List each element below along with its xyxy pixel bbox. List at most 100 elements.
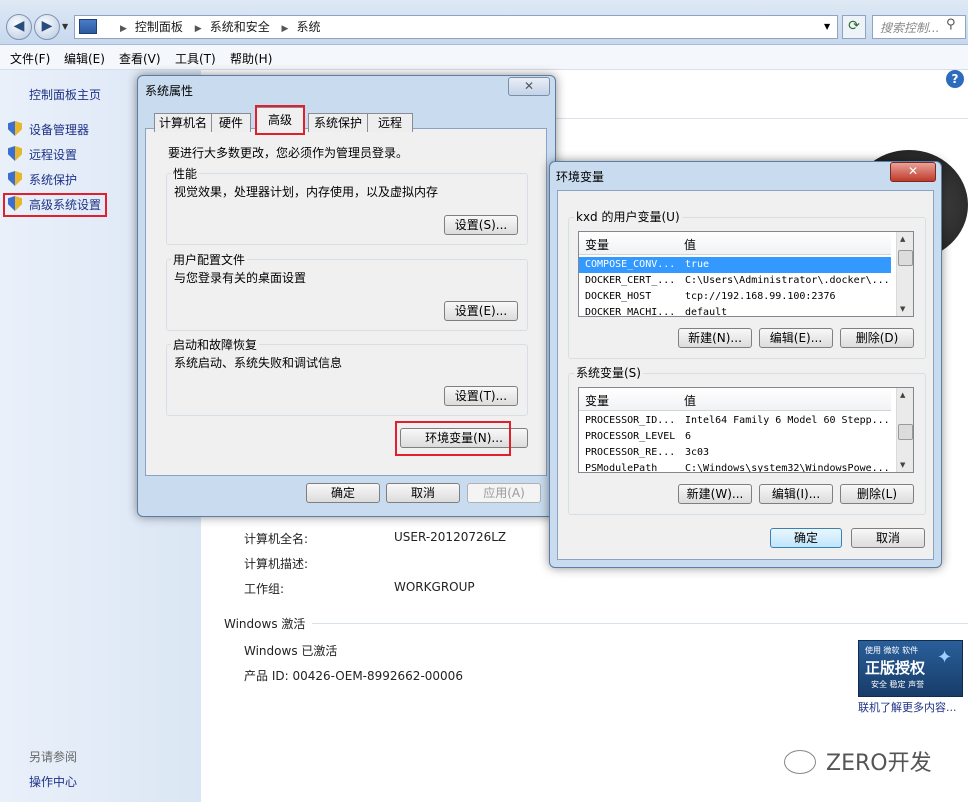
close-icon[interactable]: ✕: [508, 77, 550, 96]
list-item[interactable]: PROCESSOR_LEVEL 6: [579, 429, 891, 445]
user-profiles-settings-button[interactable]: 设置(E)...: [444, 301, 518, 321]
system-delete-button[interactable]: 删除(L): [840, 484, 914, 504]
dialog-title: 环境变量: [556, 170, 605, 184]
performance-label: 性能: [171, 165, 200, 182]
menu-view[interactable]: 查看(V): [119, 50, 161, 67]
system-new-button[interactable]: 新建(W)...: [678, 484, 752, 504]
breadcrumb: ▶ 控制面板 ▶ 系统和安全 ▶ 系统: [120, 20, 321, 34]
refresh-icon[interactable]: ⟳: [842, 15, 866, 39]
menu-file[interactable]: 文件(F): [10, 50, 50, 67]
user-variables-label: kxd 的用户变量(U): [574, 208, 682, 225]
col-value[interactable]: 值: [684, 236, 696, 253]
var-value: 6: [685, 431, 692, 442]
activation-status: Windows 已激活: [244, 644, 338, 658]
var-value: Intel64 Family 6 Model 60 Stepp...: [685, 415, 890, 426]
startup-recovery-label: 启动和故障恢复: [171, 336, 260, 353]
control-panel-home-link[interactable]: 控制面板主页: [29, 86, 101, 103]
genuine-badge-main: 正版授权: [865, 659, 926, 677]
apply-button[interactable]: 应用(A): [467, 483, 541, 503]
breadcrumb-item[interactable]: 控制面板: [135, 20, 183, 34]
search-icon[interactable]: ⚲: [946, 17, 956, 32]
menu-tools[interactable]: 工具(T): [175, 50, 216, 67]
var-name: DOCKER_CERT_...: [585, 275, 676, 286]
startup-recovery-settings-button[interactable]: 设置(T)...: [444, 386, 518, 406]
scroll-thumb[interactable]: [898, 250, 913, 266]
forward-button[interactable]: ▶: [34, 14, 60, 40]
description-label: 计算机描述:: [244, 557, 309, 571]
close-icon[interactable]: ✕: [890, 162, 936, 182]
genuine-badge: 使用 微软 软件 正版授权 安全 稳定 声誉 ✦: [858, 640, 963, 697]
ok-button[interactable]: 确定: [770, 528, 842, 548]
var-name: PROCESSOR_ID...: [585, 415, 676, 426]
help-icon[interactable]: ?: [946, 70, 964, 88]
remote-settings-link[interactable]: 远程设置: [29, 146, 77, 163]
user-profiles-desc: 与您登录有关的桌面设置: [174, 271, 307, 285]
var-name: DOCKER_HOST: [585, 291, 652, 302]
list-item[interactable]: DOCKER_CERT_... C:\Users\Administrator\.…: [579, 273, 891, 289]
highlight-box: [255, 105, 305, 135]
back-button[interactable]: ◀: [6, 14, 32, 40]
var-name: PROCESSOR_RE...: [585, 447, 676, 458]
var-value: C:\Users\Administrator\.docker\...: [685, 275, 890, 286]
startup-recovery-desc: 系统启动、系统失败和调试信息: [174, 356, 343, 370]
scroll-up-icon[interactable]: ▲: [900, 391, 905, 399]
list-item[interactable]: PROCESSOR_ID... Intel64 Family 6 Model 6…: [579, 413, 891, 429]
control-panel-icon: [79, 19, 97, 34]
user-delete-button[interactable]: 删除(D): [840, 328, 914, 348]
recent-pages-icon[interactable]: ▼: [62, 22, 68, 31]
user-variables-list[interactable]: 变量 值 COMPOSE_CONV... true DOCKER_CERT_..…: [578, 231, 914, 317]
address-dropdown-icon[interactable]: ▼: [824, 22, 830, 31]
col-value[interactable]: 值: [684, 392, 696, 409]
var-value: C:\Windows\system32\WindowsPowe...: [685, 463, 890, 473]
system-variables-list[interactable]: 变量 值 PROCESSOR_ID... Intel64 Family 6 Mo…: [578, 387, 914, 473]
menu-edit[interactable]: 编辑(E): [64, 50, 105, 67]
breadcrumb-item[interactable]: 系统: [296, 20, 320, 34]
system-variables-label: 系统变量(S): [574, 364, 643, 381]
col-variable[interactable]: 变量: [585, 392, 609, 409]
var-value: tcp://192.168.99.100:2376: [685, 291, 836, 302]
search-placeholder: 搜索控制...: [880, 21, 940, 35]
ok-button[interactable]: 确定: [306, 483, 380, 503]
list-item[interactable]: DOCKER_HOST tcp://192.168.99.100:2376: [579, 289, 891, 305]
workgroup-value: WORKGROUP: [394, 580, 475, 594]
var-name: PSModulePath: [585, 463, 658, 473]
var-value: default: [685, 307, 728, 317]
full-name-value: USER-20120726LZ: [394, 530, 507, 544]
user-edit-button[interactable]: 编辑(E)...: [759, 328, 833, 348]
system-properties-dialog: 系统属性 ✕ 计算机名 硬件 高级 系统保护 远程 要进行大多数更改，您必须作为…: [137, 75, 556, 517]
scroll-up-icon[interactable]: ▲: [900, 235, 905, 243]
tab-hardware[interactable]: 硬件: [211, 113, 251, 132]
menu-help[interactable]: 帮助(H): [230, 50, 272, 67]
action-center-link[interactable]: 操作中心: [29, 773, 77, 790]
list-item[interactable]: PROCESSOR_RE... 3c03: [579, 445, 891, 461]
list-item[interactable]: PSModulePath C:\Windows\system32\Windows…: [579, 461, 891, 473]
tab-remote[interactable]: 远程: [367, 113, 413, 132]
list-item[interactable]: DOCKER_MACHI... default: [579, 305, 891, 317]
tab-system-protection[interactable]: 系统保护: [308, 113, 368, 132]
col-variable[interactable]: 变量: [585, 236, 609, 253]
workgroup-label: 工作组:: [244, 582, 285, 596]
var-name: PROCESSOR_LEVEL: [585, 431, 676, 442]
breadcrumb-item[interactable]: 系统和安全: [210, 20, 270, 34]
performance-settings-button[interactable]: 设置(S)...: [444, 215, 518, 235]
system-protection-link[interactable]: 系统保护: [29, 171, 77, 188]
scrollbar[interactable]: ▲ ▼: [896, 388, 913, 472]
tab-computer-name[interactable]: 计算机名: [154, 113, 212, 132]
see-also-title: 另请参阅: [29, 750, 78, 764]
user-new-button[interactable]: 新建(N)...: [678, 328, 752, 348]
scrollbar[interactable]: ▲ ▼: [896, 232, 913, 316]
advanced-settings-link[interactable]: 高级系统设置: [29, 196, 101, 213]
list-item[interactable]: COMPOSE_CONV... true: [579, 257, 891, 273]
cancel-button[interactable]: 取消: [386, 483, 460, 503]
cancel-button[interactable]: 取消: [851, 528, 925, 548]
var-value: 3c03: [685, 447, 710, 458]
system-edit-button[interactable]: 编辑(I)...: [759, 484, 833, 504]
scroll-down-icon[interactable]: ▼: [900, 461, 905, 469]
environment-variables-dialog: 环境变量 ✕ kxd 的用户变量(U) 变量 值 COMPOSE_CONV...…: [549, 161, 942, 568]
watermark: ZERO开发: [826, 751, 932, 776]
scroll-down-icon[interactable]: ▼: [900, 305, 905, 313]
device-manager-link[interactable]: 设备管理器: [29, 121, 89, 138]
genuine-learn-more-link[interactable]: 联机了解更多内容...: [858, 699, 957, 715]
scroll-thumb[interactable]: [898, 424, 913, 440]
activation-section-title: Windows 激活: [224, 617, 306, 631]
